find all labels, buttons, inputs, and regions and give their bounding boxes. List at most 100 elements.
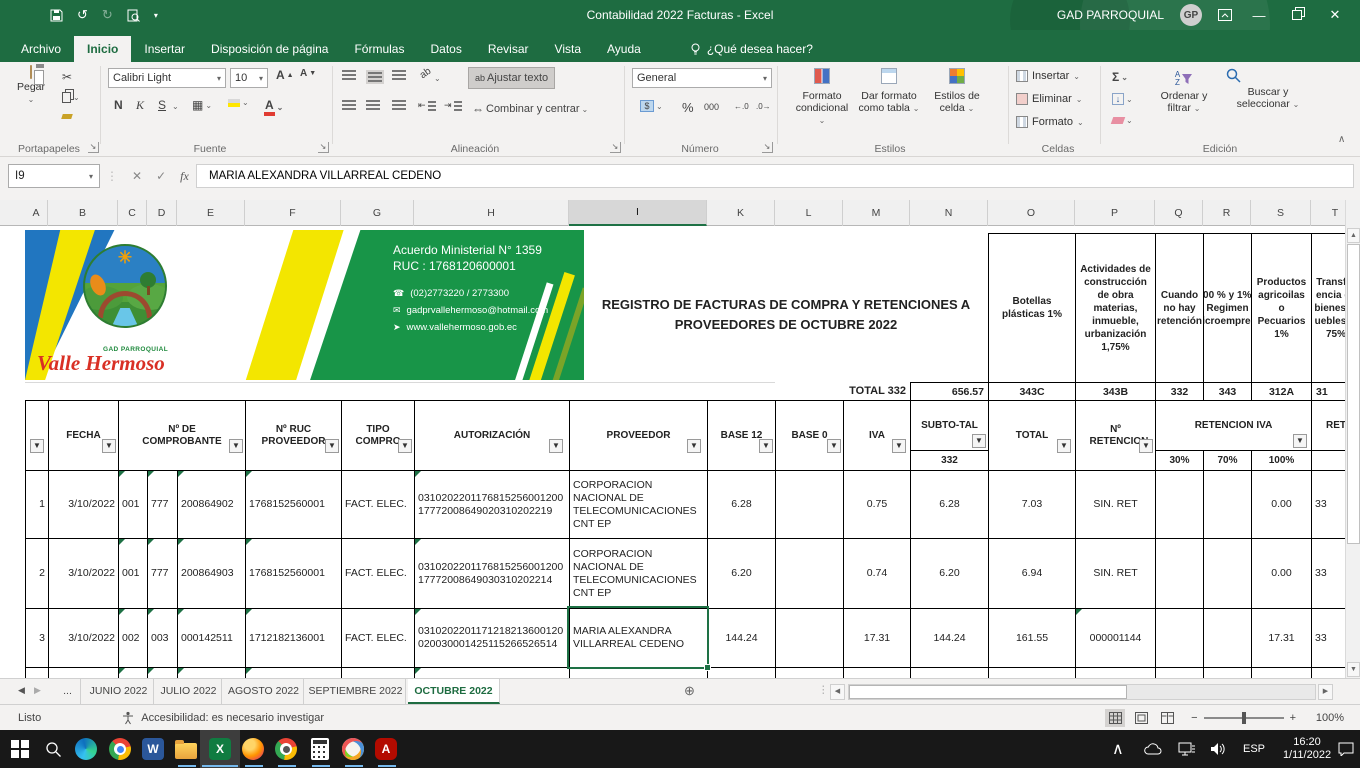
align-right-icon[interactable] [392,100,406,110]
decrease-decimal-button[interactable]: .0→ [756,102,771,111]
percent-style-button[interactable]: % [682,100,694,115]
vertical-scrollbar[interactable]: ▲ ▼ [1345,200,1360,678]
cell-S4[interactable]: 312A [1251,382,1311,400]
grow-font-button[interactable]: A▲ [276,68,294,82]
zoom-out-button[interactable]: − [1191,712,1197,724]
cell-O9[interactable]: 161.55 [988,608,1075,667]
cell-C8[interactable]: 001 [118,538,147,608]
number-dialog-launcher[interactable]: ↘ [762,142,773,153]
filter-button[interactable]: ▼ [1139,439,1153,453]
filter-button[interactable]: ▼ [1293,434,1307,448]
tab-vista[interactable]: Vista [542,36,594,62]
align-center-icon[interactable] [366,100,380,110]
taskbar-explorer-button[interactable] [174,737,198,761]
tab-ayuda[interactable]: Ayuda [594,36,654,62]
column-header-I[interactable]: I [569,200,707,226]
cell-B7[interactable]: 3/10/2022 [48,470,118,538]
column-header-R[interactable]: R [1203,200,1251,226]
cell-H7[interactable]: 0310202201176815256001200177720086490203… [414,470,569,538]
cell-K10[interactable] [707,667,775,678]
autosum-button[interactable]: Σ⌄ [1112,70,1128,84]
cell-K7[interactable]: 6.28 [707,470,775,538]
column-header-E[interactable]: E [177,200,245,226]
cell-D8[interactable]: 777 [147,538,177,608]
cell-A9[interactable]: 3 [25,608,48,667]
merge-center-button[interactable]: ⇔ Combinar y centrar ⌄ [468,98,592,120]
increase-decimal-button[interactable]: ←.0 [734,102,749,111]
cell-S9[interactable]: 17.31 [1251,608,1311,667]
cell-O8[interactable]: 6.94 [988,538,1075,608]
accounting-format-button[interactable]: $⌄ [640,100,663,112]
minimize-button[interactable]: — [1248,8,1270,23]
cell-G9[interactable]: FACT. ELEC. [341,608,414,667]
filter-button[interactable]: ▼ [1057,439,1071,453]
taskbar-search-button[interactable] [41,737,65,761]
zoom-level[interactable]: 100% [1310,712,1344,724]
underline-caret[interactable]: ⌄ [172,102,179,111]
clear-button[interactable]: ⌄ [1112,116,1133,125]
filter-button[interactable]: ▼ [102,439,116,453]
font-name-combo[interactable]: Calibri Light▾ [108,68,226,88]
cell-R2[interactable]: 100 % y 1%.- Regimen microempresa [1203,233,1251,382]
cell-Q10[interactable] [1155,667,1203,678]
tab-disposicion[interactable]: Disposición de página [198,36,341,62]
collapse-ribbon-button[interactable]: ∧ [1338,134,1345,145]
cell-A7[interactable]: 1 [25,470,48,538]
insert-function-button[interactable]: fx [180,169,189,184]
cell-A8[interactable]: 2 [25,538,48,608]
horizontal-scroll-thumb[interactable] [849,685,1127,699]
header-iva[interactable]: IVA▼ [843,400,910,470]
delete-cells-button[interactable]: Eliminar⌄ [1016,93,1082,105]
filter-button[interactable]: ▼ [549,439,563,453]
column-header-P[interactable]: P [1075,200,1155,226]
header-subtotal[interactable]: SUBTO-TAL▼ [910,400,988,450]
comma-style-button[interactable]: 000 [704,102,719,112]
sheet-tab-julio[interactable]: JULIO 2022 [156,679,222,704]
cell-N9[interactable]: 144.24 [910,608,988,667]
cell-L10[interactable] [775,667,843,678]
cell-B8[interactable]: 3/10/2022 [48,538,118,608]
cell-S2[interactable]: Productos agricoilas o Pecuarios 1% [1251,233,1311,382]
cell-C7[interactable]: 001 [118,470,147,538]
cell-L8[interactable] [775,538,843,608]
print-preview-icon[interactable] [127,9,140,22]
tray-chevron[interactable]: ∧ [1112,730,1124,768]
filter-button[interactable]: ▼ [892,439,906,453]
conditional-formatting-button[interactable]: Formato condicional ⌄ [792,68,852,127]
font-dialog-launcher[interactable]: ↘ [318,142,329,153]
cell-F10[interactable] [245,667,341,678]
column-header-O[interactable]: O [988,200,1075,226]
sheet-tab-octubre[interactable]: OCTUBRE 2022 [408,679,500,704]
save-icon[interactable] [50,9,63,22]
header-retencion-iva[interactable]: RETENCION IVA▼ [1155,400,1311,450]
cell-O2[interactable]: Botellas plásticas 1% [988,233,1075,382]
zoom-slider-thumb[interactable] [1242,712,1246,724]
cell-P4[interactable]: 343B [1075,382,1155,400]
qat-customize-button[interactable]: ▾ [154,11,158,20]
selected-cell-outline[interactable] [567,606,709,669]
column-header-C[interactable]: C [118,200,147,226]
cell-R10[interactable] [1203,667,1251,678]
cell-M10[interactable] [843,667,910,678]
cell-O7[interactable]: 7.03 [988,470,1075,538]
tabbar-divider[interactable]: ⋮ [818,684,829,696]
header-fecha[interactable]: FECHA▼ [48,400,118,470]
tell-me-search[interactable]: ¿Qué desea hacer? [690,36,813,62]
cell-P10[interactable] [1075,667,1155,678]
header-comprobante[interactable]: Nº DE COMPROBANTE▼ [118,400,245,470]
cell-N7[interactable]: 6.28 [910,470,988,538]
cell-E7[interactable]: 200864902 [177,470,245,538]
undo-button[interactable]: ↺ [77,7,88,23]
italic-button[interactable]: K [136,98,144,113]
name-box[interactable]: I9▾ [8,164,100,188]
filter-button[interactable]: ▼ [30,439,44,453]
increase-indent-button[interactable]: ⇥ [444,100,462,111]
fill-button[interactable]: ↓⌄ [1112,93,1133,105]
cell-D9[interactable]: 003 [147,608,177,667]
horizontal-scrollbar[interactable] [848,684,1316,700]
onedrive-icon[interactable] [1144,730,1162,768]
column-header-G[interactable]: G [341,200,414,226]
cell-H9[interactable]: 0310202201171218213600120020030001425115… [414,608,569,667]
taskbar-chrome2-button[interactable] [274,737,298,761]
format-painter-button[interactable] [62,114,72,119]
